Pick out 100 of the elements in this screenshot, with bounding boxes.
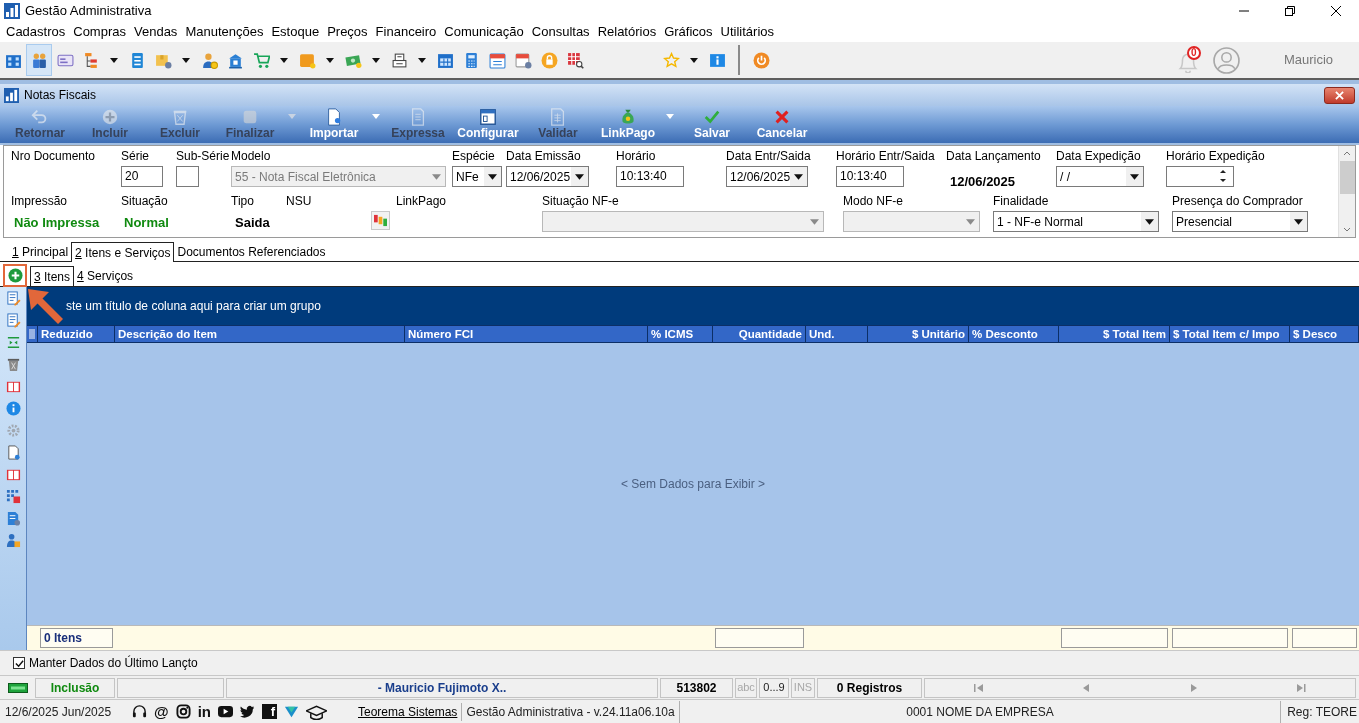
headset-icon[interactable] [132, 704, 147, 719]
menu-item[interactable]: Consultas [527, 22, 594, 42]
input-field[interactable]: 10:13:40 [836, 166, 904, 187]
bird-icon[interactable] [240, 704, 255, 719]
graduation-cap-icon[interactable] [306, 703, 327, 720]
tab[interactable]: Documentos Referenciados [174, 243, 329, 261]
select-field[interactable]: / / [1056, 166, 1144, 187]
last-record-icon[interactable] [1296, 682, 1307, 693]
person-box-icon[interactable] [5, 532, 21, 548]
dropdown-arrow-icon[interactable] [794, 173, 804, 180]
scrollbar[interactable] [1338, 146, 1355, 237]
column-header[interactable]: % Desconto [969, 326, 1059, 342]
toolbar-button[interactable]: Salvar [677, 106, 747, 143]
grid-icon[interactable] [5, 488, 21, 504]
input-field[interactable]: 20 [121, 166, 163, 187]
status-value: Normal [123, 214, 169, 233]
menu-item[interactable]: Comunicação [440, 22, 528, 42]
company-link[interactable]: Teorema Sistemas [358, 702, 458, 721]
caret-icon[interactable] [372, 57, 380, 63]
tab[interactable]: 1 Principal [9, 243, 72, 261]
column-header[interactable]: $ Total Item [1059, 326, 1170, 342]
person-coin-icon [200, 51, 218, 69]
add-item-button[interactable] [3, 264, 27, 287]
dropdown-arrow-icon[interactable] [1145, 219, 1154, 225]
document-pen-icon[interactable] [5, 290, 21, 306]
toolbar-button[interactable]: LinkPago [593, 106, 663, 143]
caret-icon[interactable] [418, 57, 426, 63]
bank-icon [226, 51, 244, 69]
toolbar-button[interactable]: Configurar [453, 106, 523, 143]
social-link[interactable]: in [197, 703, 211, 720]
time-spin-field[interactable] [1166, 166, 1234, 187]
document-icon[interactable] [5, 444, 21, 460]
select-field[interactable]: Presencial [1172, 211, 1308, 233]
tab[interactable]: 4 Serviços [74, 267, 137, 285]
document-grid-icon [549, 108, 567, 126]
caret-icon[interactable] [690, 57, 698, 63]
arrows-icon[interactable] [5, 334, 21, 350]
close-child-button[interactable] [1324, 86, 1355, 104]
menu-item[interactable]: Preços [323, 22, 372, 42]
menu-item[interactable]: Estoque [267, 22, 324, 42]
tab[interactable]: 2 Itens e Serviços [71, 242, 175, 262]
hierarchy-icon [82, 51, 100, 69]
column-header[interactable]: $ Unitário [868, 326, 969, 342]
menu-item[interactable]: Utilitários [716, 22, 779, 42]
play-button-icon[interactable] [218, 704, 233, 719]
social-link[interactable]: @ [154, 703, 169, 720]
caret-icon[interactable] [110, 57, 118, 63]
colored-blocks-icon [374, 214, 387, 228]
column-header[interactable]: Reduzido [38, 326, 115, 342]
trash-icon[interactable] [5, 356, 21, 372]
toolbar-button[interactable] [26, 44, 52, 76]
select-field[interactable]: 1 - NF-e Normal [993, 211, 1159, 233]
column-header[interactable]: Und. [806, 326, 868, 342]
social-link[interactable]: f [262, 704, 277, 719]
user-avatar-icon[interactable] [1212, 46, 1240, 74]
select-field[interactable]: NFe [452, 166, 502, 187]
dropdown-arrow-icon[interactable] [575, 173, 584, 180]
dropdown-arrow-icon[interactable] [1294, 219, 1303, 225]
toolbar-button[interactable]: Importar [299, 106, 369, 143]
menu-item[interactable]: Relatórios [593, 22, 661, 42]
info-icon[interactable] [5, 400, 21, 416]
input-field[interactable] [176, 166, 199, 187]
menu-item[interactable]: Cadastros [2, 22, 70, 42]
column-header[interactable]: $ Total Item c/ Impo [1170, 326, 1290, 342]
document-gear-icon[interactable] [5, 510, 21, 526]
column-header[interactable]: Quantidade [713, 326, 806, 342]
scroll-down-icon[interactable] [1343, 226, 1351, 233]
column-header[interactable]: $ Desco [1290, 326, 1359, 342]
lookup-button[interactable] [371, 211, 390, 231]
scroll-up-icon[interactable] [1343, 150, 1351, 157]
menu-item[interactable]: Gráficos [660, 22, 717, 42]
triangle-logo-icon[interactable] [284, 704, 299, 719]
column-header[interactable]: % ICMS [648, 326, 713, 342]
dropdown-arrow-icon[interactable] [1130, 173, 1139, 180]
field-label: Série [121, 148, 150, 165]
column-header[interactable]: Descrição do Item [115, 326, 405, 342]
document-pen-icon[interactable] [5, 312, 21, 328]
tab[interactable]: 3 Itens [30, 266, 75, 286]
dropdown-arrow-icon[interactable] [488, 173, 497, 180]
select-field[interactable]: 12/06/2025 [506, 166, 589, 187]
checkbox[interactable] [13, 657, 25, 669]
caret-icon[interactable] [326, 57, 334, 63]
menu-item[interactable]: Vendas [130, 22, 182, 42]
camera-icon[interactable] [175, 704, 191, 719]
notification-button[interactable]: 0 [1176, 46, 1203, 74]
money-bag-icon [619, 108, 637, 126]
menu-item[interactable]: Financeiro [371, 22, 441, 42]
menu-item[interactable]: Compras [69, 22, 130, 42]
menu-item[interactable]: Manutenções [181, 22, 268, 42]
next-record-icon[interactable] [1188, 682, 1199, 693]
column-header[interactable]: Número FCI [405, 326, 648, 342]
toolbar-button[interactable]: Cancelar [747, 106, 817, 143]
caret-icon[interactable] [280, 57, 288, 63]
select-field[interactable]: 12/06/2025 [726, 166, 808, 187]
close-icon [1335, 90, 1344, 100]
previous-record-icon[interactable] [1081, 682, 1092, 693]
input-field[interactable]: 10:13:40 [616, 166, 684, 187]
spinner-icon[interactable] [1219, 169, 1227, 183]
first-record-icon[interactable] [973, 682, 984, 693]
caret-icon[interactable] [182, 57, 190, 63]
